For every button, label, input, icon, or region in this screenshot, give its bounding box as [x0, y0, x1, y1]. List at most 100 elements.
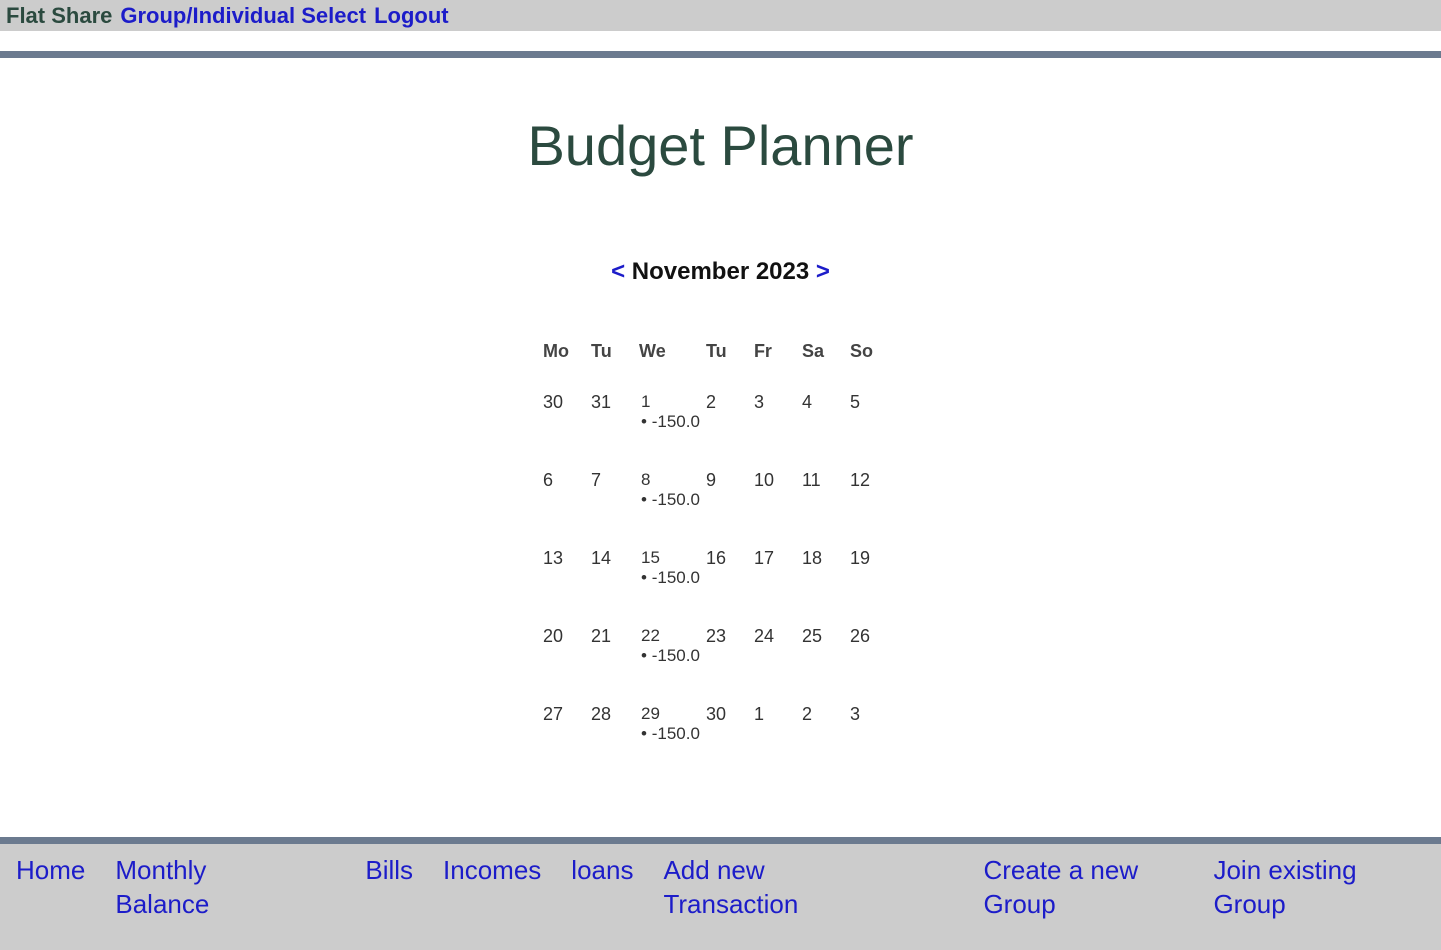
calendar-day-cell[interactable]: 13: [543, 548, 591, 626]
calendar-day-cell[interactable]: 3: [850, 704, 898, 782]
entry-amount: -150.0: [652, 412, 700, 431]
bullet-icon: •: [641, 646, 652, 665]
spacer: [893, 854, 953, 922]
calendar-day-cell[interactable]: 24: [754, 626, 802, 704]
calendar-day-cell[interactable]: 1• -150.0: [639, 392, 706, 470]
page-title: Budget Planner: [0, 113, 1441, 178]
divider-bottom: [0, 837, 1441, 844]
nav-add-transaction[interactable]: Add new Transaction: [663, 854, 863, 922]
calendar-day-cell[interactable]: 2: [706, 392, 754, 470]
calendar-day-cell[interactable]: 7: [591, 470, 639, 548]
bottom-nav: Home Monthly Balance Bills Incomes loans…: [0, 844, 1441, 950]
calendar-day-cell[interactable]: 6: [543, 470, 591, 548]
calendar-day-cell[interactable]: 22• -150.0: [639, 626, 706, 704]
day-number: 13: [543, 548, 563, 568]
nav-join-group[interactable]: Join existing Group: [1213, 854, 1413, 922]
calendar-day-cell[interactable]: 29• -150.0: [639, 704, 706, 782]
day-entry: • -150.0: [641, 724, 700, 744]
month-label: November 2023: [632, 258, 816, 285]
nav-logout[interactable]: Logout: [374, 3, 449, 29]
calendar-day-cell[interactable]: 15• -150.0: [639, 548, 706, 626]
nav-bills[interactable]: Bills: [365, 854, 413, 922]
calendar-day-cell[interactable]: 19: [850, 548, 898, 626]
nav-group-select[interactable]: Group/Individual Select: [120, 3, 366, 29]
day-entry: • -150.0: [641, 646, 700, 666]
calendar-day-cell[interactable]: 27: [543, 704, 591, 782]
calendar-day-cell[interactable]: 2: [802, 704, 850, 782]
day-number: 10: [754, 470, 774, 490]
calendar-day-cell[interactable]: 8• -150.0: [639, 470, 706, 548]
entry-amount: -150.0: [652, 568, 700, 587]
next-month-button[interactable]: >: [816, 258, 830, 285]
calendar-day-cell[interactable]: 31: [591, 392, 639, 470]
weekday-header: Sa: [802, 341, 850, 392]
day-number: 31: [591, 392, 611, 412]
day-number: 7: [591, 470, 601, 490]
calendar-week-row: 272829• -150.030123: [543, 704, 898, 782]
calendar-week-row: 6 7 8• -150.09 10 11 12: [543, 470, 898, 548]
bullet-icon: •: [641, 568, 652, 587]
nav-home[interactable]: Home: [16, 854, 85, 922]
calendar-day-cell[interactable]: 3: [754, 392, 802, 470]
day-number: 15: [641, 548, 700, 568]
bullet-icon: •: [641, 412, 652, 431]
weekday-header: We: [639, 341, 706, 392]
calendar-week-row: 202122• -150.02324 25 26: [543, 626, 898, 704]
day-number: 25: [802, 626, 822, 646]
day-number: 3: [754, 392, 764, 412]
calendar-day-cell[interactable]: 23: [706, 626, 754, 704]
weekday-header: Fr: [754, 341, 802, 392]
calendar-day-cell[interactable]: 9: [706, 470, 754, 548]
calendar-day-cell[interactable]: 4: [802, 392, 850, 470]
calendar-day-cell[interactable]: 17: [754, 548, 802, 626]
day-number: 1: [754, 704, 764, 724]
day-number: 6: [543, 470, 553, 490]
day-number: 14: [591, 548, 611, 568]
day-number: 12: [850, 470, 870, 490]
calendar-week-row: 131415• -150.016171819: [543, 548, 898, 626]
calendar-day-cell[interactable]: 20: [543, 626, 591, 704]
day-number: 3: [850, 704, 860, 724]
calendar-day-cell[interactable]: 11: [802, 470, 850, 548]
entry-amount: -150.0: [652, 646, 700, 665]
weekday-header-row: Mo Tu We Tu Fr Sa So: [543, 341, 898, 392]
prev-month-button[interactable]: <: [611, 258, 625, 285]
day-number: 11: [802, 470, 821, 490]
calendar-day-cell[interactable]: 30: [706, 704, 754, 782]
calendar-day-cell[interactable]: 25: [802, 626, 850, 704]
day-number: 16: [706, 548, 726, 568]
day-number: 4: [802, 392, 812, 412]
day-number: 9: [706, 470, 716, 490]
calendar-day-cell[interactable]: 21: [591, 626, 639, 704]
calendar-day-cell[interactable]: 16: [706, 548, 754, 626]
day-entry: • -150.0: [641, 412, 700, 432]
day-number: 24: [754, 626, 774, 646]
day-number: 30: [543, 392, 563, 412]
weekday-header: Mo: [543, 341, 591, 392]
month-nav: < November 2023 >: [0, 258, 1441, 286]
spacer: [275, 854, 335, 922]
day-number: 5: [850, 392, 860, 412]
entry-amount: -150.0: [652, 490, 700, 509]
calendar-day-cell[interactable]: 5: [850, 392, 898, 470]
day-number: 1: [641, 392, 700, 412]
main-content: Budget Planner < November 2023 > Mo Tu W…: [0, 58, 1441, 837]
calendar-day-cell[interactable]: 26: [850, 626, 898, 704]
calendar-day-cell[interactable]: 1: [754, 704, 802, 782]
calendar-day-cell[interactable]: 12: [850, 470, 898, 548]
calendar-day-cell[interactable]: 10: [754, 470, 802, 548]
nav-create-group[interactable]: Create a new Group: [983, 854, 1183, 922]
top-nav: Flat Share Group/Individual Select Logou…: [0, 0, 1441, 31]
bullet-icon: •: [641, 490, 652, 509]
day-number: 29: [641, 704, 700, 724]
calendar-day-cell[interactable]: 30: [543, 392, 591, 470]
nav-monthly-balance[interactable]: Monthly Balance: [115, 854, 245, 922]
nav-incomes[interactable]: Incomes: [443, 854, 541, 922]
divider-top: [0, 51, 1441, 58]
calendar-day-cell[interactable]: 14: [591, 548, 639, 626]
calendar-day-cell[interactable]: 18: [802, 548, 850, 626]
nav-loans[interactable]: loans: [571, 854, 633, 922]
day-entry: • -150.0: [641, 490, 700, 510]
day-number: 26: [850, 626, 870, 646]
calendar-day-cell[interactable]: 28: [591, 704, 639, 782]
